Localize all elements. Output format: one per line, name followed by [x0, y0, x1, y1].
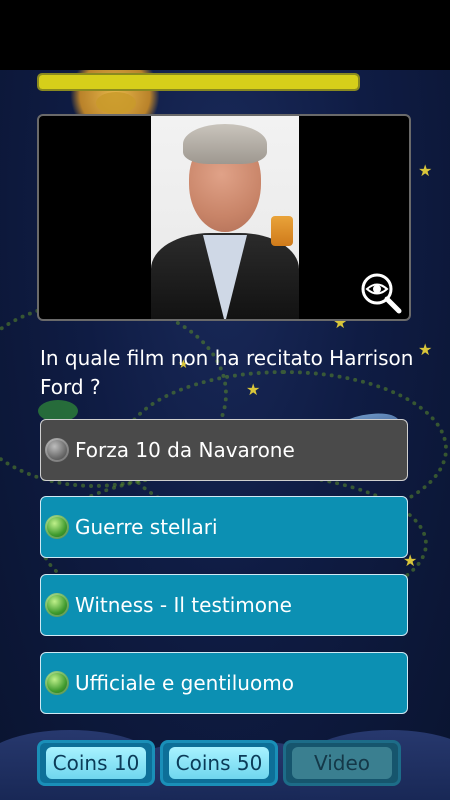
answer-option-4[interactable]: Ufficiale e gentiluomo: [40, 652, 408, 714]
answer-label: Guerre stellari: [75, 515, 218, 539]
photo-background-detail: [271, 216, 293, 246]
photo-hair: [183, 124, 267, 164]
answer-option-1[interactable]: Forza 10 da Navarone: [40, 419, 408, 481]
video-button[interactable]: Video: [283, 740, 401, 786]
question-text: In quale film non ha recitato Harrison F…: [40, 346, 414, 399]
coins-50-button[interactable]: Coins 50: [160, 740, 278, 786]
flower-decoration: [96, 92, 136, 114]
timer-progress-bar: [37, 73, 360, 91]
magnify-eye-icon[interactable]: [359, 271, 403, 315]
answer-label: Witness - Il testimone: [75, 593, 292, 617]
answer-label: Forza 10 da Navarone: [75, 438, 295, 462]
answer-label: Ufficiale e gentiluomo: [75, 671, 294, 695]
coins-10-button[interactable]: Coins 10: [37, 740, 155, 786]
status-bar-area: [0, 0, 450, 70]
star-icon: ★: [418, 161, 433, 180]
star-icon: ★: [418, 340, 433, 359]
question-photo-frame: [37, 114, 411, 321]
coins-10-button-face: Coins 10: [46, 747, 146, 779]
answer-option-2[interactable]: Guerre stellari: [40, 496, 408, 558]
answer-bullet-icon: [45, 515, 69, 539]
answer-bullet-icon: [45, 671, 69, 695]
answer-option-3[interactable]: Witness - Il testimone: [40, 574, 408, 636]
timer-progress-fill: [39, 75, 358, 89]
coins-50-button-face: Coins 50: [169, 747, 269, 779]
question-photo: [151, 116, 299, 319]
coins-50-label: Coins 50: [175, 751, 263, 775]
video-label: Video: [313, 751, 371, 775]
video-button-face: Video: [292, 747, 392, 779]
answer-bullet-icon: [45, 593, 69, 617]
coins-10-label: Coins 10: [52, 751, 140, 775]
answer-bullet-icon: [45, 438, 69, 462]
bottom-toolbar: Coins 10 Coins 50 Video: [0, 734, 450, 800]
